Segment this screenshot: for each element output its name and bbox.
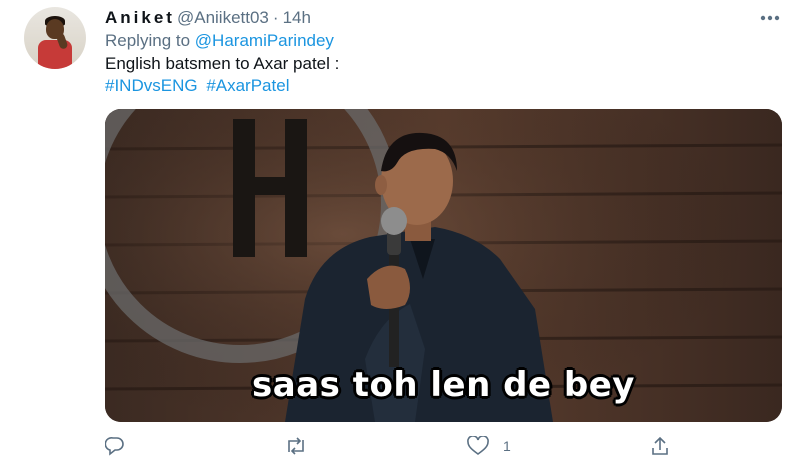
tweet-text: English batsmen to Axar patel : #INDvsEN… xyxy=(105,53,339,97)
replying-to-line: Replying to @HaramiParindey xyxy=(105,31,334,51)
tweet-media-image[interactable]: saas toh len de bey xyxy=(105,109,782,422)
user-handle[interactable]: @Aniikett03 xyxy=(177,8,269,28)
separator-dot: · xyxy=(272,8,279,27)
share-icon xyxy=(652,436,668,455)
hashtag-link[interactable]: #INDvsENG xyxy=(105,76,198,95)
tweet-timestamp[interactable]: 14h xyxy=(283,8,311,28)
hashtag-line: #INDvsENG #AxarPatel xyxy=(105,75,339,97)
display-name[interactable]: Aniket xyxy=(105,8,175,28)
reply-icon xyxy=(105,437,124,456)
reply-button[interactable] xyxy=(105,436,125,456)
replying-to-label: Replying to xyxy=(105,31,191,50)
share-button[interactable] xyxy=(650,436,670,456)
retweet-icon xyxy=(288,437,304,455)
hashtag-link[interactable]: #AxarPatel xyxy=(206,76,289,95)
media-caption: saas toh len de bey xyxy=(252,365,635,405)
heart-icon xyxy=(467,436,489,455)
tweet-actions: 1 xyxy=(105,436,782,456)
more-options-icon[interactable] xyxy=(758,8,782,28)
like-button[interactable]: 1 xyxy=(467,436,511,456)
tweet[interactable]: Aniket @Aniikett03 · 14h Replying to @Ha… xyxy=(0,0,800,456)
tweet-header: Aniket @Aniikett03 · 14h xyxy=(105,7,311,29)
replying-to-link[interactable]: @HaramiParindey xyxy=(195,31,334,50)
tweet-body: English batsmen to Axar patel : xyxy=(105,54,340,73)
avatar[interactable] xyxy=(24,7,86,69)
retweet-button[interactable] xyxy=(285,436,307,456)
like-count: 1 xyxy=(503,438,511,454)
